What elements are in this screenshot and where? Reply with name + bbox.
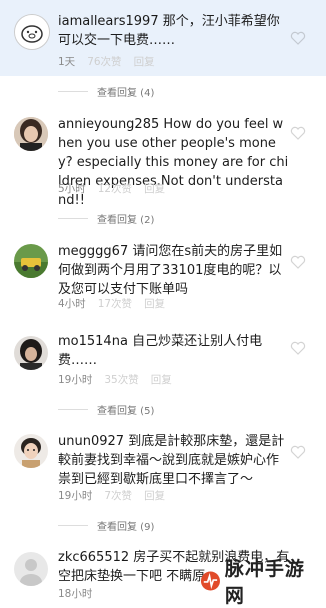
view-replies-label[interactable]: 查看回复 (5): [97, 402, 154, 417]
comment-likes: 12次赞: [97, 183, 133, 195]
comment-username[interactable]: zkc665512: [58, 550, 129, 565]
comment-username[interactable]: unun0927: [58, 434, 124, 449]
comment-time: 1天: [58, 56, 76, 68]
reply-button[interactable]: 回复: [151, 372, 172, 387]
comment-time: 4小时: [58, 298, 86, 310]
view-replies[interactable]: 查看回复 (2): [0, 211, 326, 226]
comment-text: mo1514na 自己炒菜还让别人付电费……: [58, 332, 290, 370]
comment-username[interactable]: annieyoung285: [58, 117, 159, 132]
divider: [58, 218, 88, 219]
comment-username[interactable]: mo1514na: [58, 334, 128, 349]
heart-icon[interactable]: [290, 444, 306, 460]
heart-icon[interactable]: [290, 125, 306, 141]
comment-meta: 18小时: [58, 586, 92, 601]
comment-text: unun0927 到底是計較那床墊，還是計較前妻找到幸福～說到底就是嫉妒心作祟到…: [58, 432, 290, 489]
reply-button[interactable]: 回复: [144, 488, 165, 503]
view-replies-label[interactable]: 查看回复 (4): [97, 84, 154, 99]
divider: [58, 525, 88, 526]
comment-meta: 4小时 17次赞 回复: [58, 296, 165, 311]
avatar[interactable]: [14, 244, 48, 278]
avatar[interactable]: [14, 336, 48, 370]
divider: [58, 409, 88, 410]
comment-time: 5小时: [58, 183, 86, 195]
comment-meta: 5小时 12次赞 回复: [58, 181, 165, 196]
comment-item: iamallears1997 那个，汪小菲希望你可以交一下电费…… 1天 76次…: [0, 0, 326, 76]
comment-username[interactable]: iamallears1997: [58, 14, 159, 29]
divider: [58, 91, 88, 92]
comment-time: 19小时: [58, 490, 93, 502]
heart-icon[interactable]: [290, 254, 306, 270]
watermark: 脉冲手游网: [200, 558, 320, 607]
avatar[interactable]: [14, 552, 48, 586]
comment-item: mo1514na 自己炒菜还让别人付电费…… 19小时 35次赞 回复: [0, 320, 326, 390]
reply-button[interactable]: 回复: [144, 296, 165, 311]
view-replies-label[interactable]: 查看回复 (2): [97, 211, 154, 226]
comment-item: megggg67 请问您在s前夫的房子里如何做到两个月用了33101度电的呢？以…: [0, 232, 326, 312]
reply-button[interactable]: 回复: [134, 54, 155, 69]
comment-meta: 19小时 35次赞 回复: [58, 372, 172, 387]
view-replies-label[interactable]: 查看回复 (9): [97, 518, 154, 533]
comment-meta: 19小时 7次赞 回复: [58, 488, 165, 503]
comment-meta: 1天 76次赞 回复: [58, 54, 155, 69]
heart-icon[interactable]: [290, 30, 306, 46]
avatar[interactable]: [14, 14, 50, 50]
comment-likes: 17次赞: [97, 298, 133, 310]
comment-likes: 7次赞: [104, 490, 133, 502]
comment-time: 19小时: [58, 374, 93, 386]
comment-time: 18小时: [58, 588, 93, 600]
view-replies[interactable]: 查看回复 (5): [0, 402, 326, 417]
comment-username[interactable]: megggg67: [58, 244, 128, 259]
heart-icon[interactable]: [290, 340, 306, 356]
view-replies[interactable]: 查看回复 (4): [0, 84, 326, 99]
comment-item: unun0927 到底是計較那床墊，還是計較前妻找到幸福～說到底就是嫉妒心作祟到…: [0, 422, 326, 510]
comment-likes: 35次赞: [104, 374, 139, 386]
comment-likes: 76次赞: [87, 56, 122, 68]
avatar[interactable]: [14, 434, 48, 468]
avatar[interactable]: [14, 117, 48, 151]
comment-item: annieyoung285 How do you feel when you u…: [0, 105, 326, 208]
comment-text: iamallears1997 那个，汪小菲希望你可以交一下电费……: [58, 12, 290, 50]
view-replies[interactable]: 查看回复 (9): [0, 518, 326, 533]
comment-text: megggg67 请问您在s前夫的房子里如何做到两个月用了33101度电的呢？以…: [58, 242, 290, 299]
reply-button[interactable]: 回复: [144, 181, 165, 196]
pulse-logo-icon: [200, 571, 220, 591]
